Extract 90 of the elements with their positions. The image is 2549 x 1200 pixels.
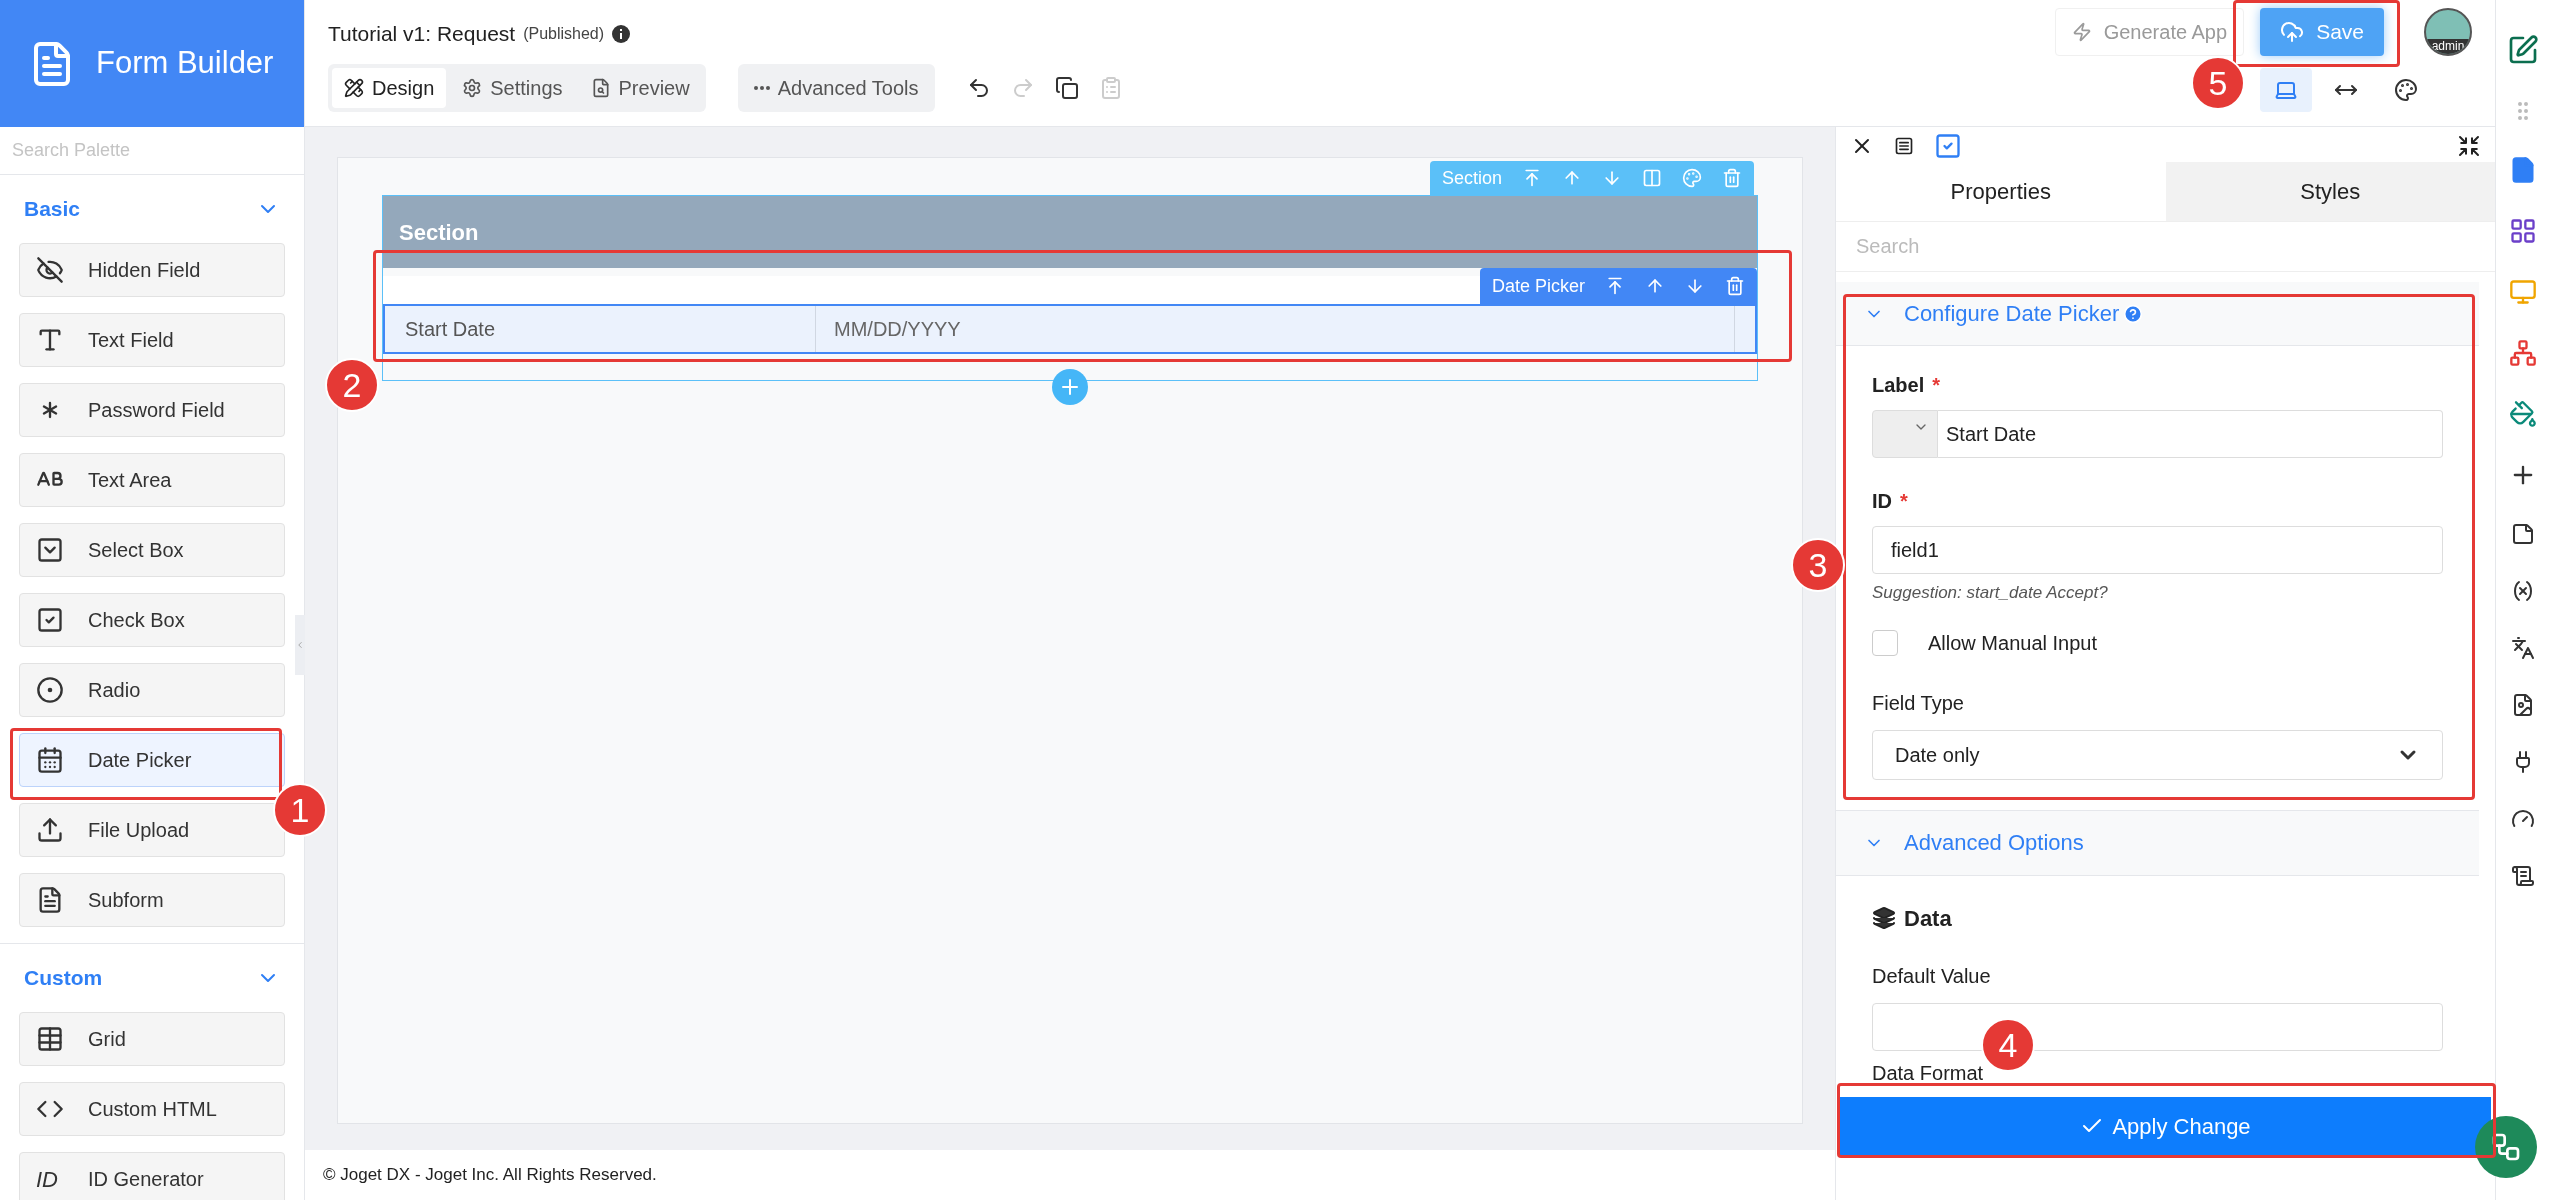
section-header: Section (383, 196, 1757, 268)
palette-item[interactable]: Hidden Field (19, 243, 285, 297)
panel-tab[interactable]: Styles (2165, 162, 2495, 221)
palette-icon (2394, 78, 2418, 102)
collapse-handle[interactable] (295, 615, 305, 675)
table-icon (36, 1025, 64, 1053)
checkbox-icon (36, 606, 64, 634)
palette-item[interactable]: Grid (19, 1012, 285, 1066)
palette-item[interactable]: File Upload (19, 803, 285, 857)
copy-icon[interactable] (1054, 75, 1079, 100)
date-input[interactable]: MM/DD/YYYY (815, 306, 1735, 352)
cloud-upload-icon (2280, 20, 2305, 44)
view-tab[interactable]: Settings (450, 67, 575, 108)
required-mark: * (1900, 489, 1908, 514)
apply-change-button[interactable]: Apply Change (1840, 1097, 2491, 1155)
scroll-icon[interactable] (2510, 864, 2535, 888)
toolbar-label: Section (1441, 166, 1502, 190)
network-icon[interactable] (2508, 339, 2537, 367)
help-icon[interactable] (2123, 303, 2144, 324)
add-button[interactable] (1052, 369, 1088, 405)
group-title: Basic (24, 196, 81, 223)
id-glyph: ID (36, 1165, 59, 1194)
form-row[interactable]: Start Date MM/DD/YYYY (383, 304, 1757, 354)
move-top-icon[interactable] (1605, 276, 1625, 296)
list-box-icon[interactable] (1894, 136, 1914, 156)
search-field[interactable]: Search (1836, 222, 2495, 272)
laptop-button[interactable] (2260, 68, 2312, 112)
field-type-select[interactable]: Date only (1872, 729, 2443, 780)
delete-icon[interactable] (1725, 276, 1745, 296)
palette-item[interactable]: ID ID Generator (19, 1152, 285, 1200)
app-title: Form Builder (96, 44, 274, 83)
view-tab[interactable]: Preview (578, 67, 702, 108)
palette-item[interactable]: Text Area (19, 453, 285, 507)
step-badge: 5 (2191, 56, 2245, 110)
label-input[interactable]: Start Date (1938, 410, 2443, 458)
note-icon[interactable] (2510, 522, 2535, 546)
eye-off-icon (36, 256, 64, 284)
check-square-icon[interactable] (1934, 132, 1962, 160)
columns-icon[interactable] (1642, 168, 1662, 188)
field-label: Default Value (1872, 963, 1992, 989)
toolbar-label: Date Picker (1491, 274, 1585, 298)
grid-icon[interactable] (2508, 217, 2537, 245)
section-header[interactable]: Configure Date Picker (1836, 282, 2479, 346)
palette-item[interactable]: Text Field (19, 313, 285, 367)
avatar[interactable]: admin (2424, 8, 2472, 56)
subsection-title: Data (1904, 904, 1952, 933)
suggestion-text: Suggestion: start_date Accept? (1872, 582, 2109, 604)
palette-item[interactable]: Password Field (19, 383, 285, 437)
layers-icon (1872, 906, 1896, 930)
footer-text: © Joget DX - Joget Inc. All Rights Reserved. (323, 1164, 657, 1187)
info-icon (612, 24, 631, 43)
palette-item[interactable]: Custom HTML (19, 1082, 285, 1136)
translate-icon[interactable] (2510, 636, 2535, 660)
palette-item[interactable]: Subform (19, 873, 285, 927)
palette-icon[interactable] (1682, 168, 1702, 188)
pencil-ruler-icon (344, 77, 364, 98)
view-tab[interactable]: Design (332, 67, 447, 108)
field-label: Label (1872, 373, 1925, 398)
delete-icon[interactable] (1722, 168, 1742, 188)
group-title: Custom (24, 965, 103, 992)
section-header[interactable]: Advanced Options (1836, 809, 2479, 876)
checkbox[interactable] (1872, 629, 1898, 656)
search-field[interactable]: Search Palette (0, 127, 304, 175)
field-label: Field Type (1872, 690, 1965, 716)
id-input[interactable]: field1 (1872, 526, 2443, 574)
lightning-icon (2071, 22, 2092, 42)
dropdown-icon (36, 536, 64, 564)
form-title: Tutorial v1: Request (328, 21, 516, 47)
section-title: Advanced Options (1904, 829, 2084, 857)
field-label: ID (1872, 489, 1892, 514)
settings-icon (462, 77, 483, 98)
palette-item[interactable]: Select Box (19, 523, 285, 577)
section-title: Configure Date Picker (1904, 300, 2120, 328)
paint-bucket-icon[interactable] (2508, 400, 2537, 428)
advanced-tools-button[interactable]: Advanced Tools (737, 63, 935, 112)
upload-icon (36, 816, 64, 844)
shrink-icon[interactable] (2457, 134, 2481, 158)
monitor-icon[interactable] (2508, 278, 2537, 306)
move-top-icon[interactable] (1522, 168, 1542, 188)
palette-item[interactable]: Check Box (19, 593, 285, 647)
dots-icon (753, 85, 770, 90)
status-label: (Published) (523, 23, 605, 44)
palette-item[interactable]: Date Picker (19, 733, 285, 787)
palette-item[interactable]: Radio (19, 663, 285, 717)
required-mark: * (1932, 373, 1941, 398)
section-container[interactable]: Section Date Picker Start Date MM/DD/YYYY (382, 195, 1758, 381)
field-label: Start Date (404, 317, 497, 342)
checkbox-label: Allow Manual Input (1928, 630, 2097, 656)
calendar-icon (36, 746, 64, 774)
radio-icon (36, 676, 64, 704)
